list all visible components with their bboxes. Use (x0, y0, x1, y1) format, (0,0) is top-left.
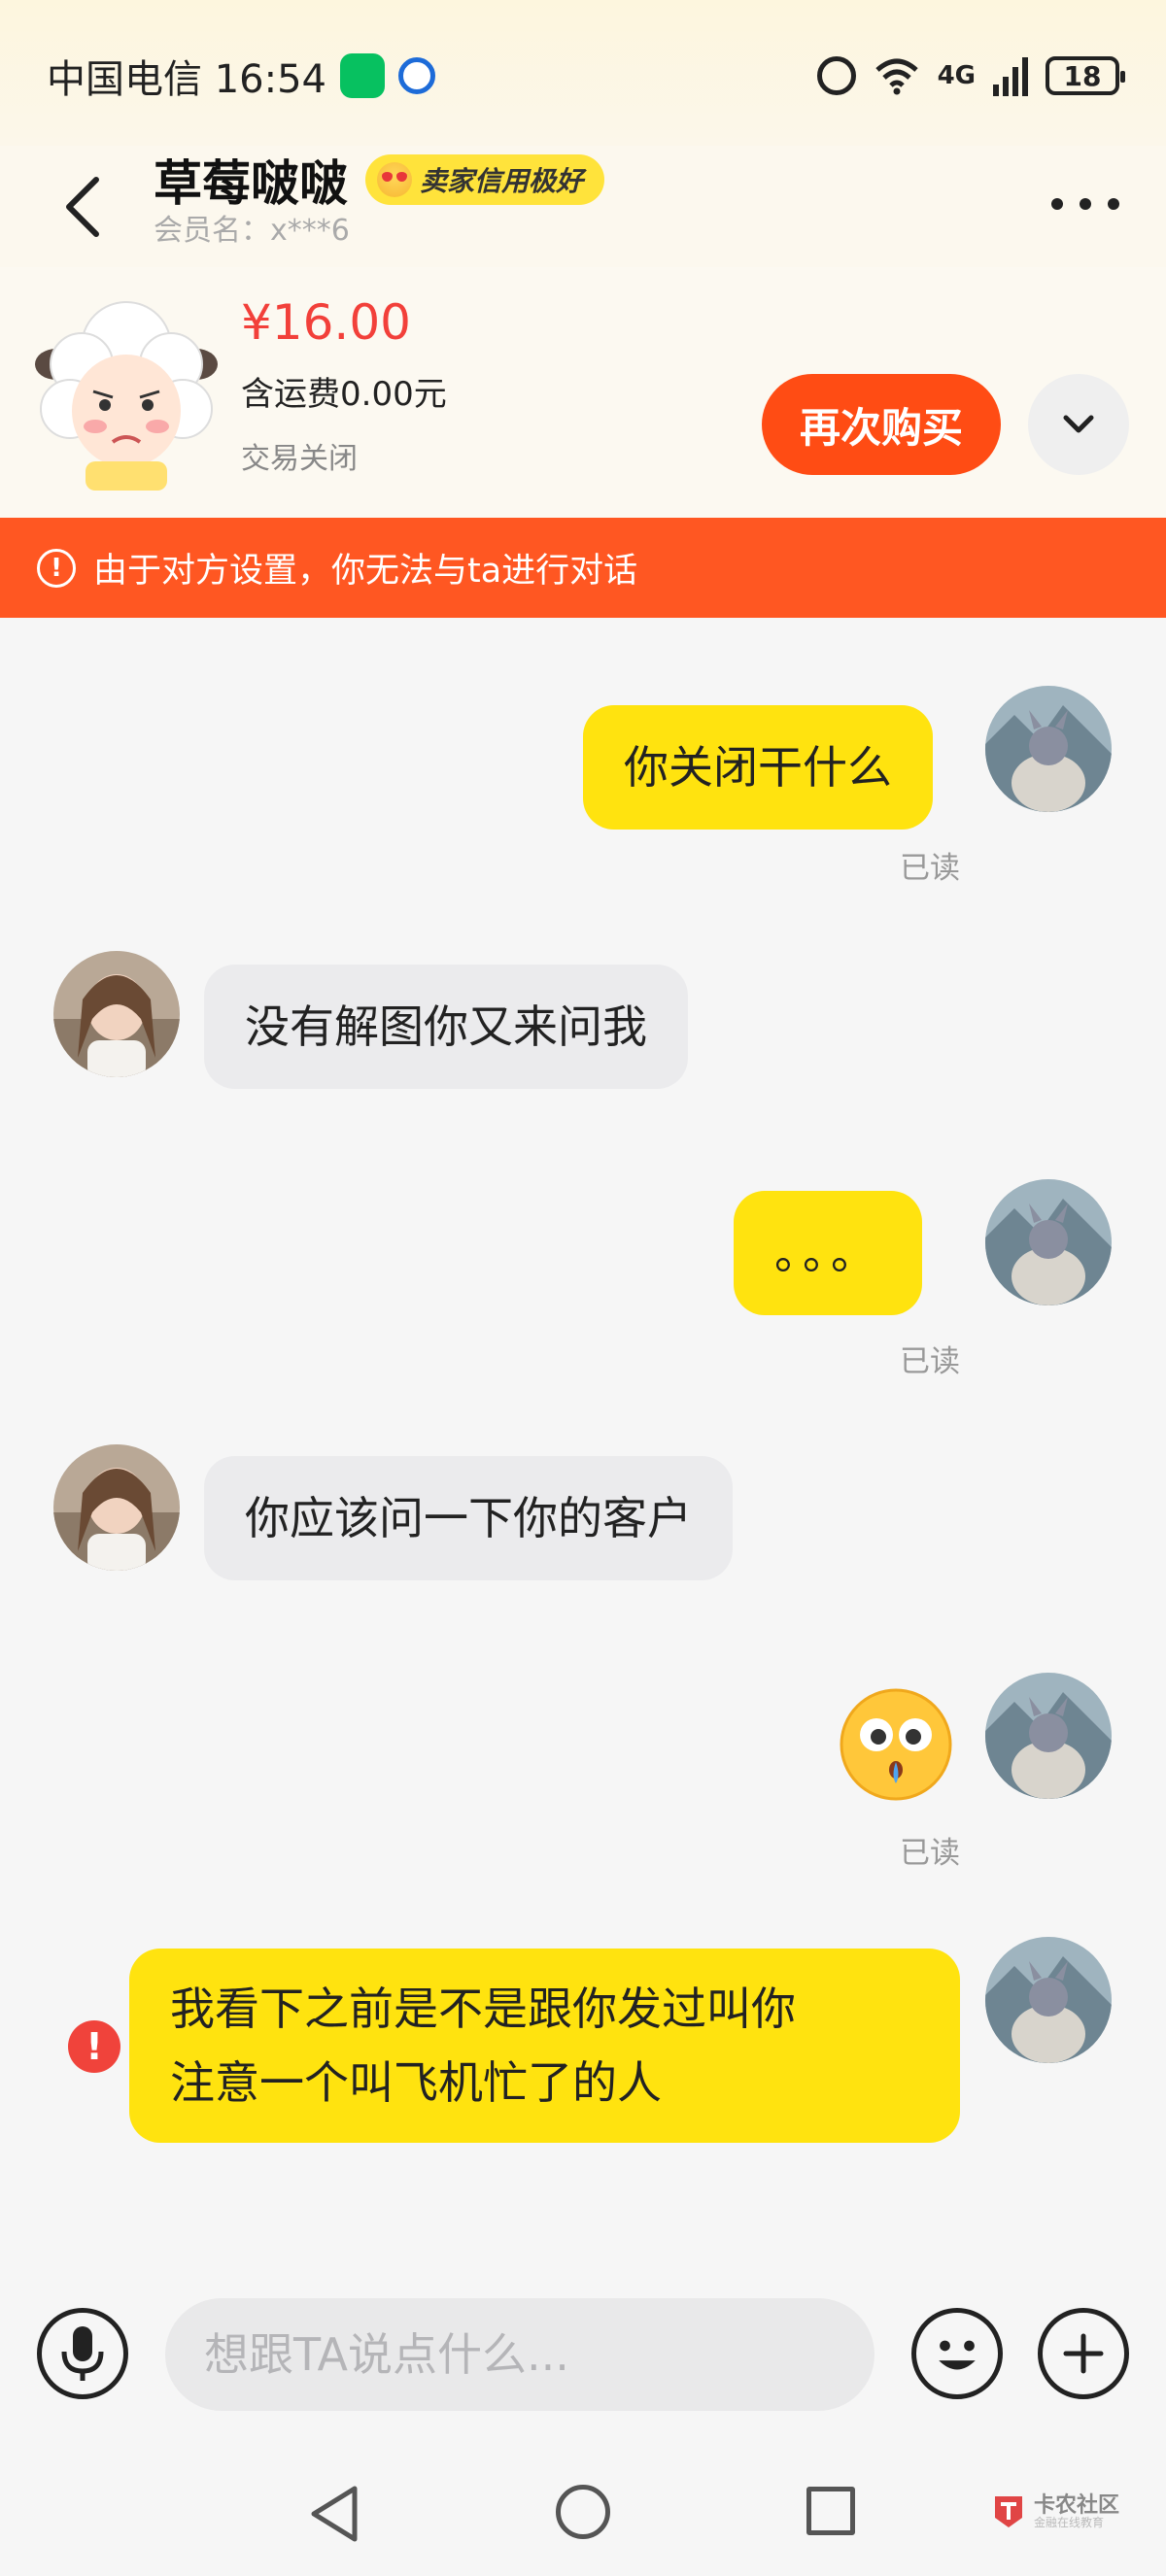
app-notification-icon (398, 57, 435, 94)
emoji-button[interactable] (911, 2308, 1003, 2399)
read-receipt: 已读 (900, 1344, 960, 1379)
info-alert-icon: ! (37, 548, 76, 588)
self-avatar[interactable] (985, 1179, 1112, 1305)
watermark-sub-text: 金融在线教育 (1034, 2516, 1105, 2530)
status-right: 4G 18 (816, 47, 1125, 105)
message-bubble-self[interactable]: 。。。 (734, 1191, 922, 1315)
nav-recents-button[interactable] (806, 2487, 855, 2535)
chevron-down-icon (1063, 415, 1094, 433)
seller-avatar[interactable] (53, 951, 180, 1077)
status-left: 中国电信 16:54 (47, 47, 435, 105)
blocked-notice-text: 由于对方设置，你无法与ta进行对话 (93, 552, 638, 591)
dot-icon (1051, 198, 1063, 210)
nav-back-button[interactable] (306, 2483, 364, 2545)
signal-icon (993, 55, 1028, 96)
message-bubble-other[interactable]: 没有解图你又来问我 (204, 965, 688, 1089)
product-image[interactable] (35, 296, 218, 491)
alarm-icon (816, 56, 856, 95)
surprised-face-emoji[interactable] (838, 1686, 954, 1803)
member-name: 会员名：x***6 (154, 214, 350, 248)
battery-level: 18 (1063, 59, 1102, 92)
buy-again-button[interactable]: 再次购买 (762, 374, 1001, 475)
chevron-left-icon (66, 177, 99, 237)
watermark-logo (995, 2496, 1022, 2527)
shipping-fee: 含运费0.00元 (241, 375, 447, 414)
voice-input-button[interactable] (37, 2308, 128, 2399)
read-receipt: 已读 (900, 1836, 960, 1871)
status-bar: 中国电信 16:54 4G 18 (0, 0, 1166, 146)
message-text: 你关闭干什么 (624, 741, 892, 794)
title-row: 草莓啵啵 卖家信用极好 (154, 145, 605, 215)
message-text: 。。。 (774, 1227, 881, 1279)
watermark-main-text: 卡农社区 (1034, 2493, 1120, 2519)
battery-icon: 18 (1046, 56, 1125, 95)
message-text-line: 我看下之前是不是跟你发过叫你 (170, 1983, 796, 2035)
expand-button[interactable] (1028, 374, 1129, 475)
credit-badge-label: 卖家信用极好 (420, 165, 584, 197)
seller-name[interactable]: 草莓啵啵 (154, 145, 348, 215)
message-bubble-self[interactable]: 我看下之前是不是跟你发过叫你 注意一个叫飞机忙了的人 (129, 1949, 960, 2143)
watermark: 卡农社区 金融在线教育 (991, 2492, 1119, 2531)
message-input[interactable] (165, 2298, 874, 2411)
message-text: 没有解图你又来问我 (245, 1000, 647, 1053)
heart-eyes-icon (377, 162, 412, 197)
blocked-notice-banner: ! 由于对方设置，你无法与ta进行对话 (0, 518, 1166, 618)
send-failed-icon[interactable]: ! (68, 2020, 120, 2073)
message-bubble-other[interactable]: 你应该问一下你的客户 (204, 1456, 733, 1580)
dot-icon (1080, 198, 1091, 210)
message-list[interactable]: 你关闭干什么 已读 没有解图你又来问我 。。。 已读 你应该问一下你的客户 已读… (0, 618, 1166, 2259)
product-card[interactable]: ¥16.00 含运费0.00元 交易关闭 再次购买 (0, 267, 1166, 518)
input-bar (0, 2259, 1166, 2454)
read-receipt: 已读 (900, 851, 960, 886)
wifi-icon (874, 58, 918, 95)
self-avatar[interactable] (985, 1673, 1112, 1799)
more-options-button[interactable] (1051, 175, 1119, 233)
message-bubble-self[interactable]: 你关闭干什么 (583, 705, 933, 830)
trade-status: 交易关闭 (241, 442, 358, 476)
chat-header: 草莓啵啵 卖家信用极好 会员名：x***6 (0, 146, 1166, 267)
plus-icon (1063, 2333, 1104, 2374)
carrier-time: 中国电信 16:54 (47, 57, 326, 102)
self-avatar[interactable] (985, 1937, 1112, 2063)
dot-icon (1108, 198, 1119, 210)
price: ¥16.00 (241, 294, 411, 351)
back-button[interactable] (53, 173, 112, 241)
system-nav-bar: 卡农社区 金融在线教育 (0, 2454, 1166, 2576)
nav-home-button[interactable] (556, 2485, 610, 2539)
message-text-line: 注意一个叫飞机忙了的人 (170, 2056, 662, 2109)
credit-badge[interactable]: 卖家信用极好 (365, 154, 605, 205)
self-avatar[interactable] (985, 686, 1112, 812)
more-actions-button[interactable] (1038, 2308, 1129, 2399)
wechat-notification-icon (340, 53, 385, 98)
network-type: 4G (937, 61, 976, 90)
seller-avatar[interactable] (53, 1444, 180, 1571)
microphone-icon (61, 2326, 104, 2381)
message-text: 你应该问一下你的客户 (245, 1492, 692, 1544)
